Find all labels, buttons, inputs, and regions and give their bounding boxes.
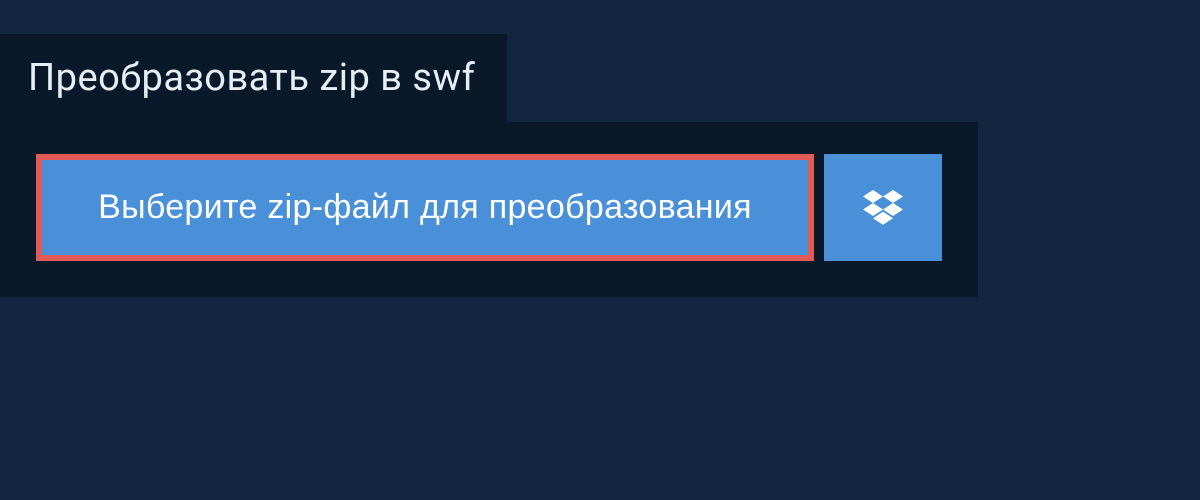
select-file-button[interactable]: Выберите zip-файл для преобразования (36, 154, 814, 261)
select-file-label: Выберите zip-файл для преобразования (98, 188, 752, 227)
page-title: Преобразовать zip в swf (28, 56, 475, 100)
converter-panel: Выберите zip-файл для преобразования (0, 122, 978, 297)
page-tab: Преобразовать zip в swf (0, 34, 507, 122)
button-row: Выберите zip-файл для преобразования (36, 154, 942, 261)
dropbox-button[interactable] (824, 154, 942, 261)
dropbox-icon (863, 190, 903, 226)
